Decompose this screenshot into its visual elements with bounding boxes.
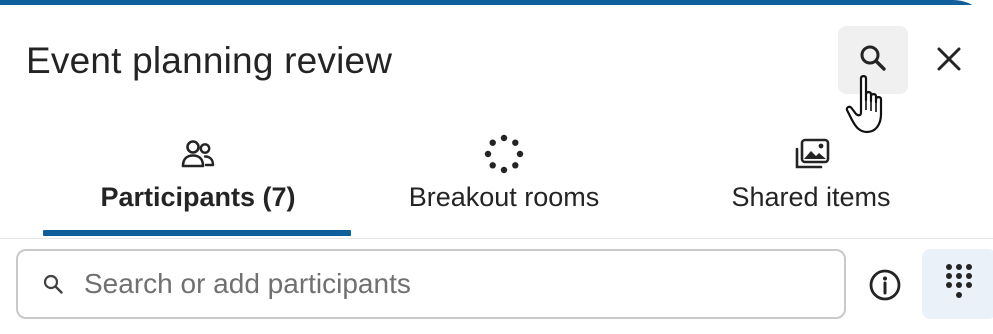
tab-shared-items[interactable]: Shared items [715, 134, 907, 238]
participant-search-box[interactable] [16, 249, 846, 319]
search-participants-input[interactable] [82, 267, 806, 301]
tab-shared-items-label: Shared items [731, 182, 891, 212]
panel-title: Event planning review [26, 40, 393, 81]
close-icon [936, 46, 962, 77]
search-icon [40, 271, 66, 297]
shared-items-icon [791, 134, 831, 174]
people-icon [180, 134, 216, 174]
tab-participants-label: Participants (7) [100, 182, 296, 212]
breakout-rooms-icon [484, 134, 524, 174]
dialpad-icon [944, 262, 974, 307]
dialpad-button[interactable] [922, 249, 993, 319]
tabs-divider [0, 238, 993, 239]
info-icon [868, 268, 902, 307]
tab-breakout-rooms-label: Breakout rooms [408, 182, 600, 212]
tab-breakout-rooms[interactable]: Breakout rooms [393, 134, 615, 238]
tab-participants[interactable]: Participants (7) [88, 134, 308, 238]
meeting-side-panel: Event planning review Participants (7) B… [0, 0, 993, 334]
close-button[interactable] [924, 38, 974, 84]
info-button[interactable] [862, 264, 908, 310]
top-accent-bar [0, 0, 993, 5]
hand-pointer-cursor-icon [845, 74, 895, 138]
active-tab-indicator [43, 230, 351, 236]
search-icon [858, 43, 888, 78]
